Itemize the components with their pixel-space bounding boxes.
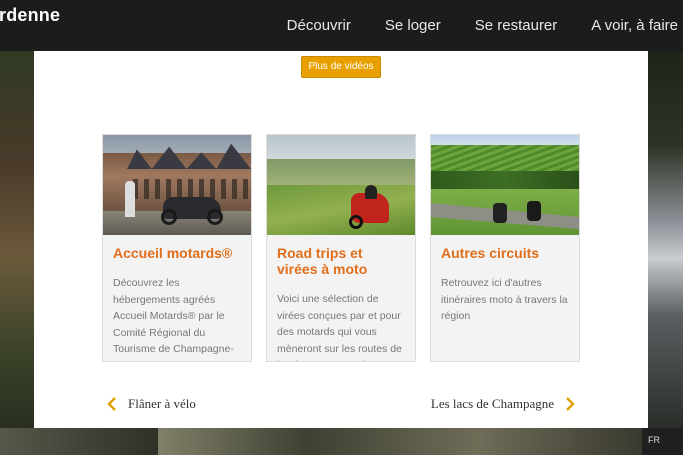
card-text: Découvrez les hébergements agréés Accuei… [113,277,234,361]
site-logo[interactable]: rdenne [0,5,60,26]
card-image-town-square[interactable] [103,135,251,235]
card-image-countryside[interactable] [267,135,415,235]
nav-item-se-restaurer[interactable]: Se restaurer [475,17,558,34]
card-title[interactable]: Autres circuits [441,245,569,261]
next-link-label: Les lacs de Champagne [430,396,554,411]
site-header: rdenne Découvrir Se loger Se restaurer A… [0,0,683,51]
next-page-link[interactable]: Les lacs de Champagne [431,395,578,413]
card-autres-circuits[interactable]: Autres circuits Retrouvez ici d'autres i… [430,134,580,362]
card-text: Voici une sélection de virées conçues pa… [277,293,402,361]
chevron-right-icon [566,397,575,411]
chevron-left-icon [107,397,116,411]
nav-item-decouvrir[interactable]: Découvrir [287,17,351,34]
background-photo-left [0,51,34,428]
card-image-vineyard-road[interactable] [431,135,579,235]
card-title[interactable]: Road trips et virées à moto [277,245,405,277]
language-switcher[interactable]: FR [642,428,683,455]
content-panel: Plus de vidéos Accueil motards® Découvre… [34,51,648,428]
nav-item-a-voir-a-faire[interactable]: A voir, à faire [591,17,678,34]
prev-link-label: Flâner à vélo [128,396,196,411]
nav-item-se-loger[interactable]: Se loger [385,17,441,34]
card-road-trips[interactable]: Road trips et virées à moto Voici une sé… [266,134,416,362]
background-photo-bottom-left [0,428,158,455]
card-accueil-motards[interactable]: Accueil motards® Découvrez les hébergeme… [102,134,252,362]
card-title[interactable]: Accueil motards® [113,245,241,261]
card-text: Retrouvez ici d'autres itinéraires moto … [441,277,568,322]
background-photo-right [648,51,683,428]
more-videos-button[interactable]: Plus de vidéos [301,56,381,78]
main-nav: Découvrir Se loger Se restaurer A voir, … [287,0,683,51]
prev-page-link[interactable]: Flâner à vélo [104,395,196,413]
